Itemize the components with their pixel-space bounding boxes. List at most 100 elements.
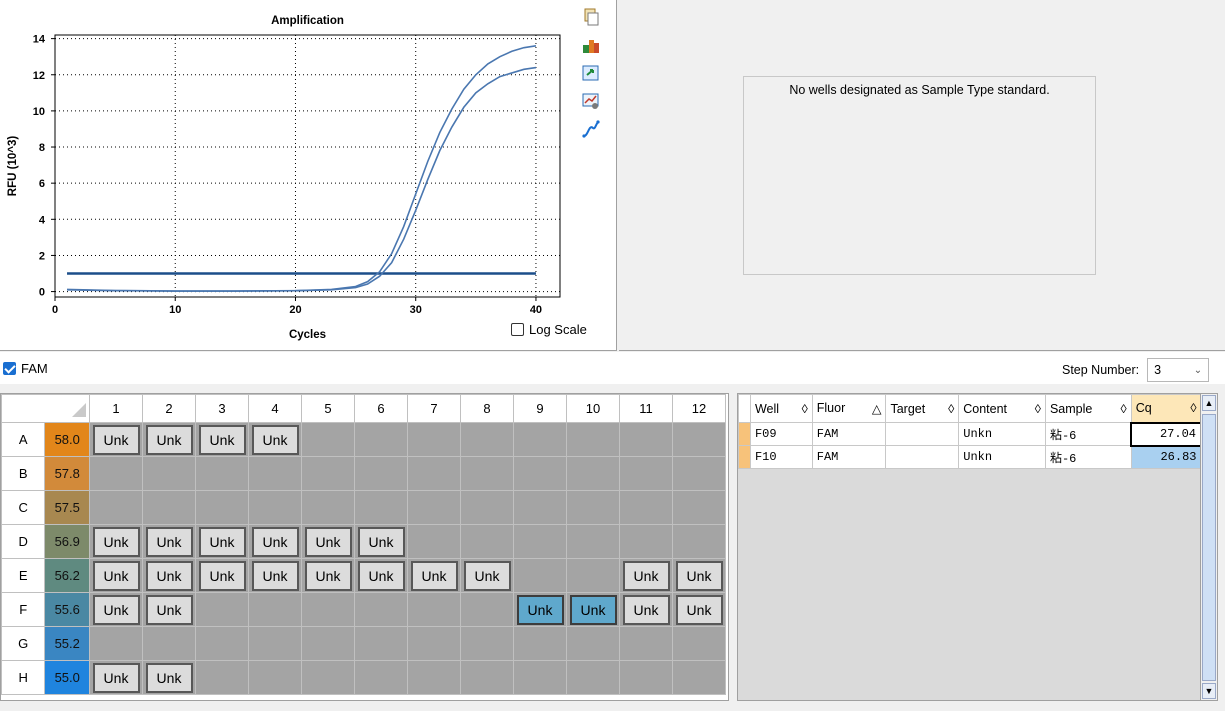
cell-sample[interactable]: 粘-6	[1044, 445, 1132, 469]
cell-fluor[interactable]: FAM	[811, 422, 887, 446]
cell-cq[interactable]: 26.83	[1130, 445, 1202, 469]
plate-well[interactable]	[195, 592, 249, 627]
plate-well[interactable]	[407, 490, 461, 525]
plate-well[interactable]: Unk	[301, 524, 355, 559]
cell-sample[interactable]: 粘-6	[1044, 422, 1132, 446]
plate-well[interactable]: Unk	[248, 558, 302, 593]
plate-well[interactable]	[354, 592, 408, 627]
plate-row-header[interactable]: B	[0, 456, 46, 491]
plate-well[interactable]	[619, 490, 673, 525]
refresh-icon[interactable]	[582, 64, 600, 82]
plate-well[interactable]	[566, 422, 620, 457]
plate-well[interactable]: Unk	[195, 524, 249, 559]
plate-column-header[interactable]: 3	[195, 394, 249, 423]
results-row[interactable]: F09 FAM Unkn 粘-6 27.04	[738, 421, 1202, 447]
plate-column-header[interactable]: 1	[89, 394, 143, 423]
plate-row-header[interactable]: D	[0, 524, 46, 559]
plate-well[interactable]: Unk	[89, 422, 143, 457]
plate-well[interactable]	[248, 592, 302, 627]
plate-well[interactable]	[566, 456, 620, 491]
plate-well[interactable]	[354, 456, 408, 491]
plate-well[interactable]	[407, 456, 461, 491]
plate-well[interactable]: Unk	[248, 524, 302, 559]
plate-well[interactable]: Unk	[301, 558, 355, 593]
plate-well[interactable]	[354, 660, 408, 695]
plate-row-header[interactable]: F	[0, 592, 46, 627]
plate-column-header[interactable]: 7	[407, 394, 461, 423]
plate-well[interactable]: Unk	[672, 592, 726, 627]
row-selector[interactable]	[738, 422, 751, 446]
plate-well[interactable]	[407, 592, 461, 627]
plate-well[interactable]	[672, 456, 726, 491]
plate-well[interactable]: Unk	[89, 558, 143, 593]
plate-well[interactable]	[301, 422, 355, 457]
plate-row-header[interactable]: G	[0, 626, 46, 661]
plate-well[interactable]	[89, 490, 143, 525]
plate-well[interactable]	[407, 660, 461, 695]
plate-well[interactable]	[513, 626, 567, 661]
plate-well[interactable]	[460, 456, 514, 491]
column-header-sample[interactable]: Sample ◊	[1044, 394, 1132, 423]
plate-well[interactable]	[301, 660, 355, 695]
fam-filter[interactable]: FAM	[3, 361, 48, 376]
plate-well[interactable]	[195, 490, 249, 525]
plate-well[interactable]	[407, 626, 461, 661]
plate-well[interactable]: Unk	[89, 524, 143, 559]
plate-well[interactable]	[566, 558, 620, 593]
cell-content[interactable]: Unkn	[958, 422, 1046, 446]
plate-well[interactable]	[460, 626, 514, 661]
plate-well[interactable]: Unk	[89, 592, 143, 627]
plate-well[interactable]: Unk	[89, 660, 143, 695]
plate-well[interactable]	[142, 626, 196, 661]
plate-column-header[interactable]: 12	[672, 394, 726, 423]
plate-column-header[interactable]: 4	[248, 394, 302, 423]
plate-column-header[interactable]: 11	[619, 394, 673, 423]
plate-well[interactable]	[301, 592, 355, 627]
plate-well[interactable]	[142, 490, 196, 525]
scroll-up-icon[interactable]: ▲	[1202, 395, 1216, 411]
cell-well[interactable]: F10	[749, 445, 813, 469]
plate-well[interactable]: Unk	[142, 558, 196, 593]
plate-well[interactable]	[248, 456, 302, 491]
plate-row-header[interactable]: A	[0, 422, 46, 457]
results-scrollbar[interactable]: ▲ ▼	[1200, 393, 1218, 701]
plate-well[interactable]: Unk	[619, 558, 673, 593]
plate-well[interactable]: Unk	[142, 660, 196, 695]
plate-well[interactable]	[248, 660, 302, 695]
column-header-fluor[interactable]: Fluor △	[811, 394, 887, 423]
cell-target[interactable]	[885, 422, 960, 446]
log-scale-toggle[interactable]: Log Scale	[511, 322, 587, 337]
plate-column-header[interactable]: 9	[513, 394, 567, 423]
plate-well[interactable]: Unk	[195, 558, 249, 593]
plate-well[interactable]: Unk	[248, 422, 302, 457]
plate-well[interactable]	[566, 524, 620, 559]
plate-well[interactable]	[672, 490, 726, 525]
plate-column-header[interactable]: 5	[301, 394, 355, 423]
plate-well[interactable]	[460, 592, 514, 627]
column-header-content[interactable]: Content ◊	[958, 394, 1046, 423]
column-header-well[interactable]: Well ◊	[749, 394, 813, 423]
plate-well[interactable]	[619, 626, 673, 661]
log-scale-checkbox[interactable]	[511, 323, 524, 336]
plate-row-header[interactable]: E	[0, 558, 46, 593]
plate-well[interactable]	[513, 422, 567, 457]
plate-well[interactable]	[513, 558, 567, 593]
plate-well[interactable]: Unk	[142, 422, 196, 457]
curve-icon[interactable]	[582, 120, 600, 138]
row-selector[interactable]	[738, 445, 751, 469]
plate-well[interactable]: Unk	[407, 558, 461, 593]
plate-well[interactable]	[513, 490, 567, 525]
plate-row-header[interactable]: C	[0, 490, 46, 525]
plate-well[interactable]	[460, 490, 514, 525]
results-row[interactable]: F10 FAM Unkn 粘-6 26.83	[738, 445, 1202, 469]
plate-well[interactable]	[195, 456, 249, 491]
column-header-cq[interactable]: Cq ◊	[1130, 394, 1202, 423]
plate-well[interactable]: Unk	[142, 592, 196, 627]
plate-well[interactable]	[407, 524, 461, 559]
plate-column-header[interactable]: 10	[566, 394, 620, 423]
plate-well[interactable]	[672, 626, 726, 661]
plate-well[interactable]: Unk	[672, 558, 726, 593]
export-icon[interactable]	[582, 36, 600, 54]
plate-well[interactable]	[566, 660, 620, 695]
column-header-target[interactable]: Target ◊	[885, 394, 960, 423]
